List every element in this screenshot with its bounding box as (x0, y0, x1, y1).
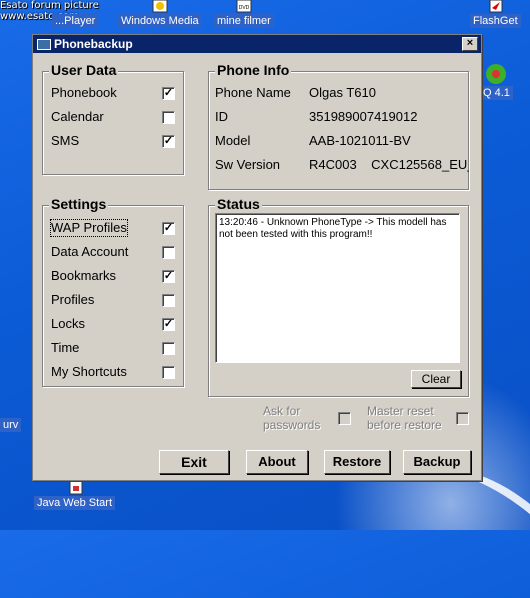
phone-info-value: 351989007419012 (309, 109, 418, 124)
exit-button[interactable]: Exit (159, 450, 229, 474)
desktop-icon-flashget[interactable]: FlashGet (470, 0, 521, 28)
settings-item-label[interactable]: Profiles (51, 292, 94, 308)
desktop-icon-windows-media[interactable]: Windows Media (118, 0, 202, 28)
settings-item-checkbox[interactable]: ✓ (162, 222, 175, 235)
about-button[interactable]: About (246, 450, 308, 474)
user-data-item-checkbox[interactable]: ✓ (162, 87, 175, 100)
settings-item-label[interactable]: Time (51, 340, 79, 356)
clear-button[interactable]: Clear (411, 370, 461, 388)
settings-item-checkbox[interactable] (162, 342, 175, 355)
user-data-item-checkbox[interactable] (162, 111, 175, 124)
restore-button[interactable]: Restore (324, 450, 390, 474)
phone-info-value: Olgas T610 (309, 85, 376, 100)
phone-info-key: Phone Name (215, 85, 291, 100)
master-reset-checkbox[interactable] (456, 412, 469, 425)
settings-item-checkbox[interactable] (162, 366, 175, 379)
user-data-item-checkbox[interactable]: ✓ (162, 135, 175, 148)
ask-passwords-label: Ask for passwords (263, 404, 321, 432)
window-title: Phonebackup (54, 37, 133, 51)
media-player-icon (152, 0, 168, 13)
settings-item-checkbox[interactable]: ✓ (162, 270, 175, 283)
settings-item-label[interactable]: WAP Profiles (50, 219, 128, 237)
app-window-icon (37, 38, 51, 50)
desktop-icon-player[interactable]: ...Player (52, 0, 99, 28)
status-title: Status (215, 196, 262, 212)
close-button[interactable]: × (462, 37, 478, 51)
desktop-icon-icq[interactable]: Q 4.1 (480, 62, 513, 100)
settings-item-label[interactable]: Data Account (51, 244, 128, 260)
flashget-icon (489, 0, 503, 13)
svg-text:DVD: DVD (239, 5, 250, 11)
phone-info-key: Sw Version (215, 157, 281, 172)
user-data-item-label[interactable]: SMS (51, 133, 79, 149)
phone-info-value: R4C003 CXC125568_EU_ (309, 157, 469, 172)
settings-title: Settings (49, 196, 109, 212)
settings-item-label[interactable]: Locks (51, 316, 85, 332)
settings-item-checkbox[interactable] (162, 294, 175, 307)
backup-button[interactable]: Backup (403, 450, 471, 474)
user-data-title: User Data (49, 62, 119, 78)
status-log[interactable]: 13:20:46 - Unknown PhoneType -> This mod… (215, 213, 460, 363)
phone-info-key: Model (215, 133, 251, 148)
phonebackup-window: Phonebackup × User Data Phonebook ✓ Calend… (32, 34, 482, 481)
java-cup-icon (69, 480, 82, 495)
desktop-icon-partial[interactable]: urv (0, 418, 22, 432)
master-reset-label: Master reset before restore (367, 404, 442, 432)
user-data-item-label[interactable]: Calendar (51, 109, 104, 125)
ask-passwords-checkbox[interactable] (338, 412, 351, 425)
phone-info-title: Phone Info (215, 62, 292, 78)
desktop-icon-java-web-start[interactable]: Java Web Start (34, 480, 115, 510)
phone-info-key: ID (215, 109, 228, 124)
user-data-item-label[interactable]: Phonebook (51, 85, 117, 101)
settings-item-checkbox[interactable] (162, 246, 175, 259)
phone-info-value: AAB-1021011-BV (309, 133, 411, 148)
settings-item-checkbox[interactable]: ✓ (162, 318, 175, 331)
icq-flower-icon (486, 64, 507, 84)
settings-item-label[interactable]: Bookmarks (51, 268, 116, 284)
settings-item-label[interactable]: My Shortcuts (51, 364, 127, 380)
title-bar[interactable]: Phonebackup × (33, 35, 481, 53)
desktop-icon-mine-filmer[interactable]: DVD mine filmer (214, 0, 274, 28)
dvd-folder-icon: DVD (236, 0, 252, 13)
